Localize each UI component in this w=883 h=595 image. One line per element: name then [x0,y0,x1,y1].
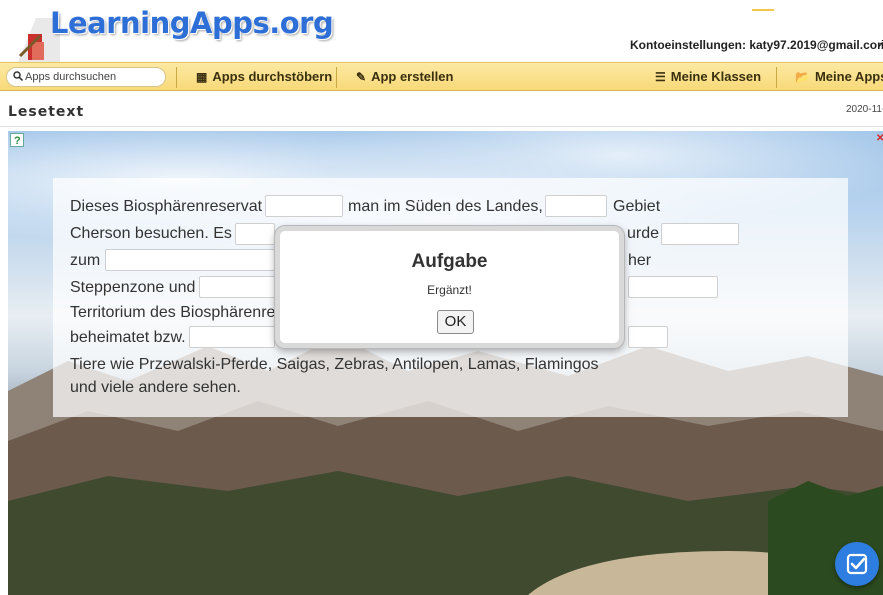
page: LearningApps.org Kontoeinstellungen: kat… [0,0,883,595]
nav-browse-label: Apps durchstöbern [212,69,333,84]
nav-browse-apps[interactable]: ▦ Apps durchstöbern [196,69,332,84]
app-frame: ? ✕ Dieses Biosphärenreservat man im Süd… [8,131,883,595]
page-title: Lesetext [8,104,85,120]
search-icon [13,71,23,81]
text-fragment: Steppenzone und [70,279,196,296]
text-fragment: Tiere wie Przewalski-Pferde, Saigas, Zeb… [70,356,599,373]
text-fragment: zum [70,252,101,269]
blank-input[interactable] [199,276,275,298]
check-icon [846,553,868,575]
blank-input[interactable] [545,195,607,217]
list-icon: ☰ [655,70,666,84]
nav-divider [176,67,177,88]
header-accent [752,9,774,11]
grid-icon: ▦ [196,70,208,84]
text-fragment: Territorium des Biosphärenre [70,304,276,321]
blank-input[interactable] [628,276,718,298]
nav-bar: Apps durchsuchen ▦ Apps durchstöbern ✎ App… [0,62,883,91]
nav-my-classes[interactable]: ☰ Meine Klassen [655,69,761,84]
check-button[interactable] [835,542,879,586]
nav-my-apps[interactable]: 📂 Meine Apps [795,69,883,84]
blank-input[interactable] [189,326,275,348]
nav-divider [776,67,777,88]
nav-create-app[interactable]: ✎ App erstellen [356,69,453,84]
text-fragment: her [628,252,652,269]
folder-icon: 📂 [795,70,810,84]
header: LearningApps.org Kontoeinstellungen: kat… [0,0,883,62]
alert-dialog: Aufgabe Ergänzt! OK [275,226,624,348]
page-date: 2020-11- [846,104,883,115]
close-icon[interactable]: ✕ [876,133,883,144]
nav-divider [336,67,337,88]
logo-text[interactable]: LearningApps.org [50,6,334,40]
blank-input[interactable] [628,326,668,348]
divider [0,126,883,127]
pencil-icon: ✎ [356,70,367,84]
dialog-message: Ergänzt! [427,283,472,297]
search-input[interactable]: Apps durchsuchen [6,67,166,87]
text-fragment: Cherson besuchen. Es [70,225,232,242]
dialog-title: Aufgabe [411,251,488,272]
text-fragment: man im Süden des Landes, [348,198,543,215]
blank-input[interactable] [265,195,343,217]
text-fragment: und viele andere sehen. [70,379,241,396]
svg-text:?: ? [14,135,21,147]
help-icon[interactable]: ? [10,133,24,147]
nav-create-label: App erstellen [371,69,454,84]
blank-input[interactable] [661,223,739,245]
text-fragment: urde [627,225,660,242]
account-settings-link[interactable]: Kontoeinstellungen: katy97.2019@gmail.co… [630,38,883,52]
nav-classes-label: Meine Klassen [670,69,762,84]
blank-input[interactable] [105,249,275,271]
text-fragment: Gebiet [613,198,661,215]
text-fragment: Dieses Biosphärenreservat [70,198,263,215]
account-arrow-icon[interactable]: ↗ [877,36,883,50]
blank-input[interactable] [235,223,275,245]
text-fragment: beheimatet bzw. [70,329,186,346]
search-placeholder: Apps durchsuchen [25,71,117,83]
ok-button[interactable]: OK [437,310,474,334]
nav-my-apps-label: Meine Apps [814,69,883,84]
